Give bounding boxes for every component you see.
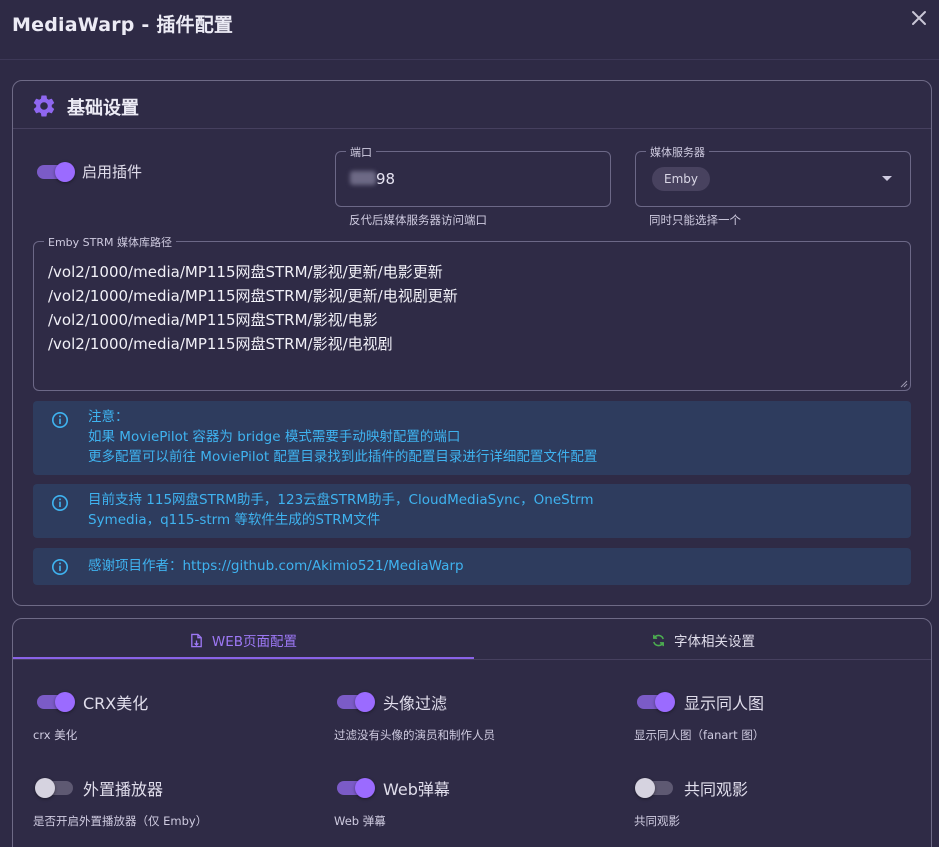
crx-sub: crx 美化 — [33, 728, 78, 742]
tab-font-settings[interactable]: 字体相关设置 — [473, 619, 933, 659]
tab-divider — [13, 659, 931, 660]
web-danmaku-label: Web弹幕 — [383, 780, 450, 799]
port-value-mask — [350, 171, 376, 185]
tabs-card: WEB页面配置 字体相关设置 CRX美化 crx 美化 头像过滤 过滤没有头像的… — [12, 618, 932, 847]
refresh-icon — [653, 634, 664, 647]
basic-settings-header: 基础设置 — [13, 81, 931, 129]
active-tab-indicator — [13, 657, 474, 659]
web-danmaku-toggle[interactable] — [337, 778, 375, 798]
watch-together-sub: 共同观影 — [634, 814, 680, 828]
fanart-toggle[interactable] — [637, 692, 675, 712]
info-alert: 感谢项目作者：https://github.com/Akimio521/Medi… — [33, 548, 911, 585]
basic-settings-title: 基础设置 — [67, 98, 139, 119]
enable-plugin-label: 启用插件 — [82, 163, 143, 181]
tab-web-config[interactable]: WEB页面配置 — [13, 619, 473, 659]
tab-font-settings-label: 字体相关设置 — [674, 634, 755, 650]
dialog-title: MediaWarp - 插件配置 — [12, 14, 234, 36]
gear-icon — [33, 95, 55, 117]
watch-together-label: 共同观影 — [684, 780, 749, 799]
strm-path-line: /vol2/1000/media/MP115网盘STRM/影视/更新/电视剧更新 — [48, 287, 458, 305]
strm-path-line: /vol2/1000/media/MP115网盘STRM/影视/电视剧 — [48, 335, 393, 353]
basic-settings-card: 基础设置 启用插件 端口 98 反代后媒体服务器访问端口 媒体服务器 Emby … — [12, 80, 932, 606]
close-button[interactable] — [909, 8, 929, 28]
media-server-legend: 媒体服务器 — [646, 144, 709, 160]
strm-path-line: /vol2/1000/media/MP115网盘STRM/影视/电影 — [48, 311, 378, 329]
port-hint: 反代后媒体服务器访问端口 — [349, 213, 487, 227]
media-server-select[interactable]: 媒体服务器 Emby — [635, 144, 911, 207]
dialog-header: MediaWarp - 插件配置 — [0, 0, 939, 60]
external-player-label: 外置播放器 — [83, 780, 164, 799]
close-icon — [912, 11, 926, 25]
strm-paths-lines: /vol2/1000/media/MP115网盘STRM/影视/更新/电影更新 … — [48, 260, 458, 356]
info-alert: 注意： 如果 MoviePilot 容器为 bridge 模式需要手动映射配置的… — [33, 401, 911, 475]
avatar-filter-label: 头像过滤 — [383, 694, 448, 713]
external-player-sub: 是否开启外置播放器（仅 Emby） — [33, 814, 208, 828]
watch-together-toggle[interactable] — [635, 778, 673, 798]
fanart-sub: 显示同人图（fanart 图） — [634, 728, 765, 742]
resize-grip-icon[interactable] — [900, 380, 908, 388]
info-alert: 目前支持 115网盘STRM助手，123云盘STRM助手，CloudMediaS… — [33, 484, 911, 538]
alert-link[interactable]: 感谢项目作者：https://github.com/Akimio521/Medi… — [88, 556, 464, 576]
strm-paths-legend: Emby STRM 媒体库路径 — [44, 234, 176, 250]
tab-web-config-label: WEB页面配置 — [211, 634, 298, 650]
info-icon — [51, 411, 69, 429]
avatar-filter-toggle[interactable] — [337, 692, 375, 712]
media-server-chip[interactable]: Emby — [652, 167, 710, 191]
alert-line: 注意： — [88, 409, 129, 425]
port-legend: 端口 — [346, 144, 376, 160]
port-value: 98 — [376, 170, 396, 188]
alert-line: 目前支持 115网盘STRM助手，123云盘STRM助手，CloudMediaS… — [88, 492, 594, 508]
chevron-down-icon[interactable] — [882, 176, 892, 181]
avatar-filter-sub: 过滤没有头像的演员和制作人员 — [334, 728, 495, 742]
fanart-label: 显示同人图 — [684, 694, 765, 713]
alert-line: 如果 MoviePilot 容器为 bridge 模式需要手动映射配置的端口 — [88, 429, 461, 445]
enable-plugin-toggle[interactable] — [37, 162, 75, 182]
external-player-toggle[interactable] — [35, 778, 73, 798]
crx-toggle[interactable] — [37, 692, 75, 712]
strm-paths-textarea[interactable]: Emby STRM 媒体库路径 /vol2/1000/media/MP115网盘… — [33, 234, 911, 391]
file-icon — [191, 633, 202, 648]
web-danmaku-sub: Web 弹幕 — [334, 814, 386, 828]
info-icon — [51, 558, 69, 576]
port-field[interactable]: 端口 98 — [335, 144, 611, 207]
crx-label: CRX美化 — [83, 694, 149, 713]
media-server-hint: 同时只能选择一个 — [649, 213, 741, 227]
strm-path-line: /vol2/1000/media/MP115网盘STRM/影视/更新/电影更新 — [48, 263, 443, 281]
info-icon — [51, 494, 69, 512]
alert-line: Symedia，q115-strm 等软件生成的STRM文件 — [88, 512, 381, 528]
alert-line: 更多配置可以前往 MoviePilot 配置目录找到此插件的配置目录进行详细配置… — [88, 449, 598, 465]
